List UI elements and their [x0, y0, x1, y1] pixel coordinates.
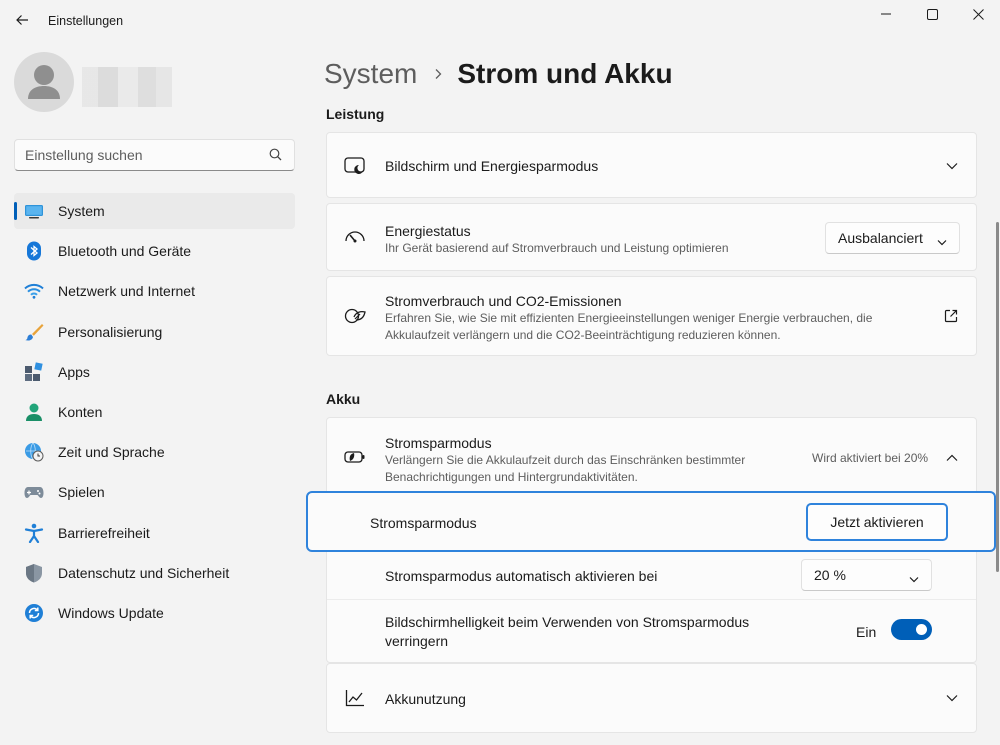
arrow-left-icon	[16, 15, 28, 25]
card-description-line2: Akkulaufzeit verlängern und die CO2-Beei…	[385, 327, 781, 342]
section-heading-performance: Leistung	[326, 106, 385, 122]
sidebar-item-label: Netzwerk und Internet	[58, 283, 195, 300]
battery-saver-header[interactable]: Stromsparmodus Verlängern Sie die Akkula…	[327, 418, 976, 494]
sidebar-item-network[interactable]: Netzwerk und Internet	[14, 273, 295, 309]
person-icon	[28, 65, 60, 99]
card-title: Stromverbrauch und CO2-Emissionen	[385, 293, 622, 309]
external-link-icon[interactable]	[943, 308, 959, 324]
sidebar-item-label: Windows Update	[58, 604, 164, 621]
auto-activate-threshold-dropdown[interactable]: 20 %	[801, 559, 932, 591]
wifi-icon	[24, 281, 44, 301]
minimize-icon	[881, 13, 891, 15]
section-heading-battery: Akku	[326, 391, 361, 407]
scrollbar[interactable]	[996, 222, 999, 572]
avatar	[14, 52, 74, 112]
card-description-line1: Erfahren Sie, wie Sie mit effizienten En…	[385, 311, 873, 325]
search-input[interactable]	[25, 140, 265, 170]
sidebar-item-label: Barrierefreiheit	[58, 524, 150, 541]
brightness-label-line2: verringern	[385, 633, 449, 649]
card-title: Akkunutzung	[385, 691, 466, 707]
activate-now-button[interactable]: Jetzt aktivieren	[806, 503, 948, 541]
apps-icon	[24, 362, 44, 382]
breadcrumb-parent[interactable]: System	[324, 58, 417, 90]
card-description: Ihr Gerät basierend auf Stromverbrauch u…	[385, 241, 729, 255]
sidebar-item-label: Spielen	[58, 484, 105, 501]
globe-clock-icon	[24, 442, 44, 462]
chevron-down-icon[interactable]	[944, 690, 960, 706]
sidebar-item-privacy[interactable]: Datenschutz und Sicherheit	[14, 555, 295, 591]
chevron-down-icon[interactable]	[944, 158, 960, 174]
battery-saver-status: Wird aktiviert bei 20%	[812, 451, 929, 465]
sidebar-item-accessibility[interactable]: Barrierefreiheit	[14, 515, 295, 551]
sidebar-item-personalization[interactable]: Personalisierung	[14, 314, 295, 350]
sidebar-item-accounts[interactable]: Konten	[14, 394, 295, 430]
bluetooth-icon	[24, 241, 44, 261]
card-description-line2: Benachrichtigungen und Hintergrundaktivi…	[385, 469, 638, 484]
dropdown-value: Ausbalanciert	[838, 230, 923, 246]
toggle-state-label: Ein	[856, 624, 877, 640]
sidebar-item-bluetooth[interactable]: Bluetooth und Geräte	[14, 233, 295, 269]
chevron-down-icon	[909, 570, 919, 586]
speedometer-icon	[344, 226, 366, 248]
chevron-up-icon[interactable]	[944, 450, 960, 466]
brush-icon	[24, 322, 44, 342]
sidebar-item-gaming[interactable]: Spielen	[14, 474, 295, 510]
page-title: Strom und Akku	[457, 58, 673, 89]
sidebar-item-windows-update[interactable]: Windows Update	[14, 595, 295, 631]
divider	[327, 599, 976, 600]
co2-card[interactable]: Stromverbrauch und CO2-Emissionen Erfahr…	[326, 276, 977, 356]
chevron-down-icon	[937, 233, 947, 249]
card-title: Bildschirm und Energiesparmodus	[385, 158, 599, 174]
sidebar-item-label: Konten	[58, 403, 103, 420]
breadcrumb: System Strom und Akku	[324, 54, 673, 94]
search-icon[interactable]	[269, 148, 282, 166]
maximize-icon	[926, 8, 938, 20]
screen-sleep-icon	[344, 155, 366, 177]
app-title: Einstellungen	[48, 14, 124, 28]
sidebar-item-label: Bluetooth und Geräte	[58, 243, 192, 260]
maximize-button[interactable]	[914, 2, 950, 26]
sidebar-item-label: Zeit und Sprache	[58, 444, 165, 461]
screen-sleep-card[interactable]: Bildschirm und Energiesparmodus	[326, 132, 977, 198]
chevron-right-icon	[433, 68, 443, 80]
sidebar-item-time-language[interactable]: Zeit und Sprache	[14, 434, 295, 470]
search-box[interactable]	[14, 139, 295, 171]
close-button[interactable]	[960, 2, 996, 26]
back-button[interactable]	[10, 8, 34, 32]
sidebar-item-system[interactable]: System	[14, 193, 295, 229]
shield-icon	[24, 563, 44, 583]
power-mode-dropdown[interactable]: Ausbalanciert	[825, 222, 960, 254]
account-icon	[24, 402, 44, 422]
power-mode-card: Energiestatus Ihr Gerät basierend auf St…	[326, 203, 977, 271]
gamepad-icon	[24, 482, 44, 502]
sidebar-item-label: Apps	[58, 363, 90, 380]
dropdown-value: 20 %	[814, 567, 846, 583]
brightness-label-line1: Bildschirmhelligkeit beim Verwenden von …	[385, 614, 750, 630]
leaf-icon	[344, 306, 366, 328]
battery-saver-now-label: Stromsparmodus	[370, 515, 477, 531]
minimize-button[interactable]	[868, 2, 904, 26]
close-icon	[972, 8, 984, 20]
auto-activate-label: Stromsparmodus automatisch aktivieren be…	[385, 568, 658, 584]
sidebar-item-label: Personalisierung	[58, 323, 163, 340]
sidebar-item-label: System	[58, 203, 105, 219]
sidebar-item-apps[interactable]: Apps	[14, 354, 295, 390]
update-icon	[24, 603, 44, 623]
title-bar: Einstellungen	[0, 0, 1000, 40]
sidebar-item-label: Datenschutz und Sicherheit	[58, 564, 230, 581]
sidebar-nav: System Bluetooth und Geräte Netzwerk und…	[14, 193, 295, 635]
battery-saver-icon	[344, 446, 366, 468]
blurred-user-name	[82, 67, 172, 107]
battery-usage-card[interactable]: Akkunutzung	[326, 663, 977, 733]
card-title: Stromsparmodus	[385, 435, 492, 451]
card-description-line1: Verlängern Sie die Akkulaufzeit durch da…	[385, 453, 746, 467]
line-chart-icon	[344, 687, 366, 709]
system-icon	[24, 201, 44, 221]
card-title: Energiestatus	[385, 223, 471, 239]
brightness-reduction-toggle[interactable]	[891, 619, 932, 640]
accessibility-icon	[24, 523, 44, 543]
